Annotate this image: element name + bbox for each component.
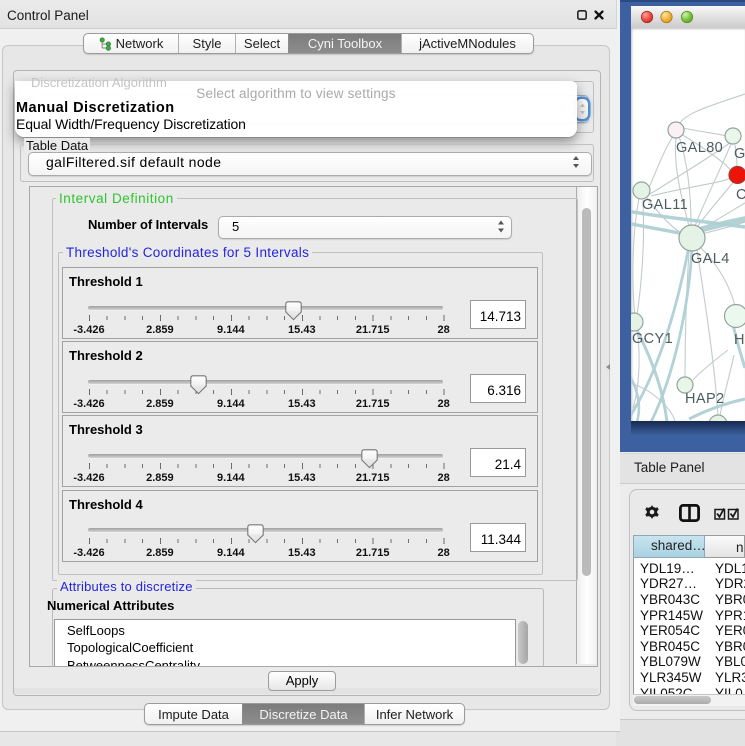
svg-text:GCY1: GCY1 — [632, 331, 673, 347]
svg-text:HAP2: HAP2 — [685, 391, 724, 407]
svg-text:GAL80: GAL80 — [676, 140, 723, 156]
svg-text:GAL11: GAL11 — [642, 197, 688, 213]
svg-text:CYC: CYC — [736, 187, 745, 203]
svg-text:HIS: HIS — [734, 332, 745, 348]
svg-text:GAL2: GAL2 — [734, 146, 745, 162]
svg-text:GAL4: GAL4 — [691, 251, 730, 267]
